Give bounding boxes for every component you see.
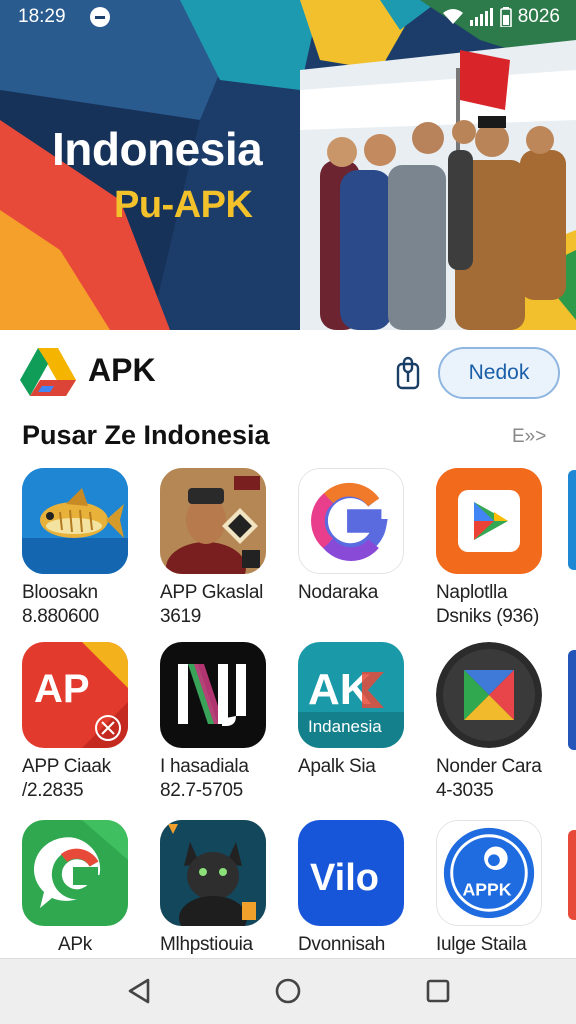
hero-banner[interactable]: 18:29 8026 Indonesia Pu-APK (0, 0, 576, 330)
chat-g-icon (22, 820, 128, 926)
appk-circle-icon: APPK (436, 820, 542, 926)
app-tile[interactable]: Mlhpstiouia (160, 820, 280, 956)
app-meta-label: 8.880600 (22, 606, 99, 627)
app-tile[interactable]: I hasadiala 82.7-5705 (160, 642, 280, 802)
nedok-button[interactable]: Nedok (438, 347, 560, 399)
vilo-logo-text: Vilo (310, 857, 379, 899)
status-bar: 18:29 8026 (0, 0, 576, 34)
app-name-label: Iulge Staila (436, 934, 527, 955)
vilo-logo-icon: Vilo (298, 820, 404, 926)
back-icon[interactable] (126, 977, 154, 1005)
battery-icon (499, 7, 512, 27)
appk-logo-text: APPK (463, 880, 512, 900)
navigation-bar (0, 958, 576, 1024)
hero-title: Indonesia (52, 123, 263, 175)
signal-icon (469, 8, 493, 26)
play-store-icon (436, 468, 542, 574)
nj-logo-icon (160, 642, 266, 748)
ak-logo-subtext: Indanesia (308, 717, 382, 736)
hero-subtitle: Pu-APK (114, 184, 253, 226)
next-column-peek (568, 470, 576, 570)
app-tile[interactable]: Nodaraka (298, 468, 418, 606)
app-meta-label: /2.2835 (22, 780, 84, 801)
app-meta-label: Dsniks (936) (436, 606, 540, 627)
app-name-label: APk (58, 934, 92, 955)
app-name-label: I hasadiala (160, 756, 249, 777)
wifi-icon (442, 9, 463, 24)
app-tile[interactable]: AP APP Ciaak /2.2835 (22, 642, 142, 802)
home-icon[interactable] (274, 977, 302, 1005)
portrait-icon (160, 468, 266, 574)
clipboard-icon[interactable] (396, 356, 420, 390)
app-tile[interactable]: APk (22, 820, 142, 956)
app-tile[interactable]: Naplotlla Dsniks (936) (436, 468, 556, 628)
ap-logo-icon: AP (22, 642, 128, 748)
app-name-label: Mlhpstiouia (160, 934, 253, 955)
app-header: APK Nedok (0, 330, 576, 410)
next-column-peek (568, 830, 576, 920)
app-name-label: Apalk Sia (298, 756, 376, 777)
status-clock-right: 8026 (517, 6, 560, 27)
app-tile[interactable]: APPK Iulge Staila (436, 820, 556, 956)
app-name-label: Dvonnisah (298, 934, 386, 955)
notification-icon (90, 7, 110, 27)
app-name-label: Nonder Cara (436, 756, 542, 777)
app-tile[interactable]: Nonder Cara 4-3035 (436, 642, 556, 802)
cat-portrait-icon (160, 820, 266, 926)
app-name-label: APP Gkaslal (160, 582, 264, 603)
drive-logo-icon (20, 348, 76, 396)
status-time: 18:29 (18, 6, 66, 27)
prism-icon (436, 642, 542, 748)
app-name: APK (88, 352, 156, 388)
ak-logo-icon: AK Indanesia (298, 642, 404, 748)
recents-icon[interactable] (424, 977, 452, 1005)
app-tile[interactable]: Bloosakn 8.880600 (22, 468, 142, 628)
app-name-label: Nodaraka (298, 582, 378, 603)
ap-logo-text: AP (34, 667, 90, 711)
app-meta-label: 4-3035 (436, 780, 494, 801)
google-g-icon (298, 468, 404, 574)
section-title: Pusar Ze Indonesia (22, 420, 270, 450)
app-tile[interactable]: AK Indanesia Apalk Sia (298, 642, 418, 780)
app-meta-label: 3619 (160, 606, 202, 627)
app-name-label: APP Ciaak (22, 756, 111, 777)
app-tile[interactable]: APP Gkaslal 3619 (160, 468, 280, 628)
app-tile[interactable]: Vilo Dvonnisah (298, 820, 418, 956)
section-more-link[interactable]: E»> (512, 426, 546, 448)
app-name-label: Bloosakn (22, 582, 98, 603)
app-meta-label: 82.7-5705 (160, 780, 243, 801)
fish-icon (22, 468, 128, 574)
app-name-label: Naplotlla (436, 582, 508, 603)
next-column-peek (568, 650, 576, 750)
